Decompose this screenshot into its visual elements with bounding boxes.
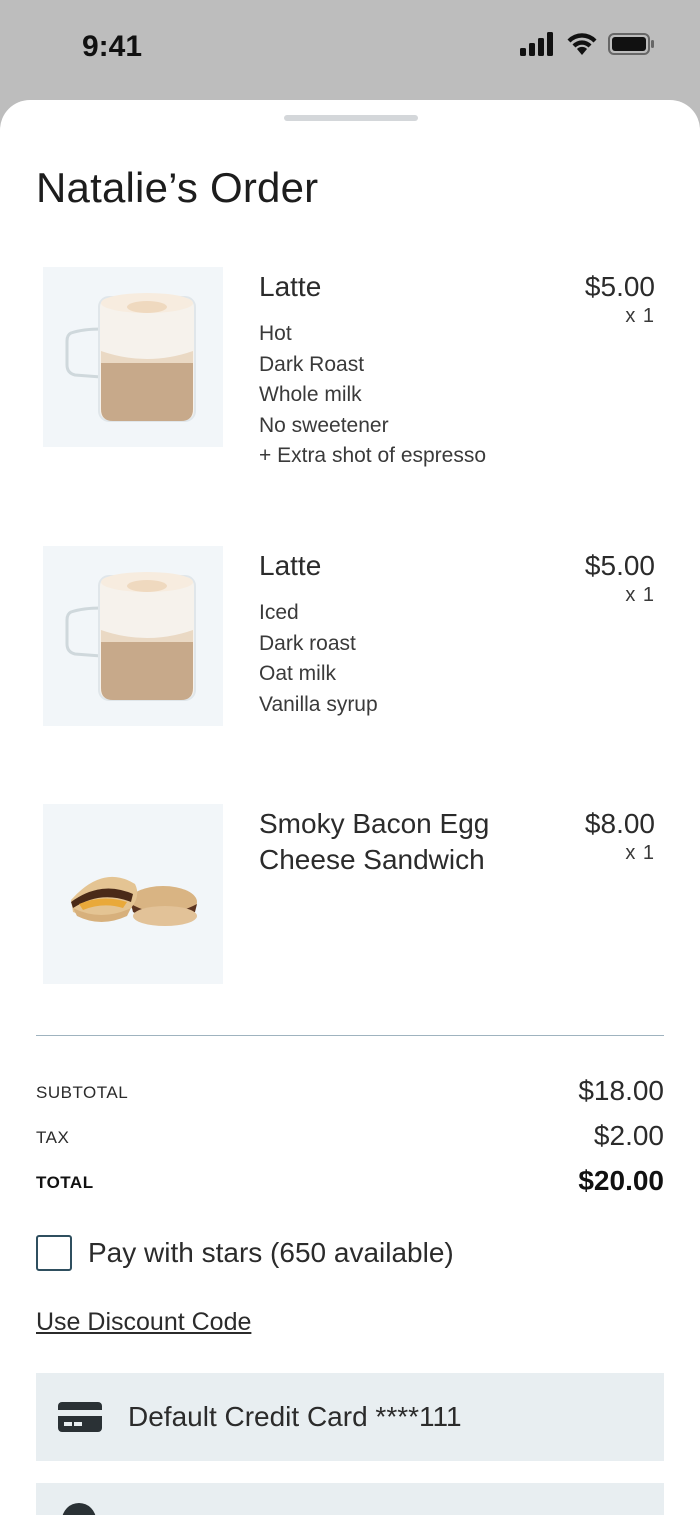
pay-with-stars-checkbox[interactable] bbox=[36, 1235, 72, 1271]
status-icons bbox=[520, 32, 656, 56]
status-time: 9:41 bbox=[82, 30, 143, 63]
payment-method-button[interactable]: Default Credit Card ****111 bbox=[36, 1373, 664, 1461]
item-price: $5.00 bbox=[584, 271, 655, 302]
secondary-option-button[interactable] bbox=[36, 1483, 664, 1515]
order-sheet: Natalie’s Order Latte Hot Dark Roast Who… bbox=[0, 100, 700, 1515]
use-discount-code-link[interactable]: Use Discount Code bbox=[36, 1308, 251, 1337]
item-name-line: Smoky Bacon Egg bbox=[259, 808, 490, 839]
pay-with-stars-label: Pay with stars (650 available) bbox=[88, 1237, 454, 1268]
wifi-icon bbox=[567, 33, 597, 55]
order-item[interactable]: Latte Hot Dark Roast Whole milk No sweet… bbox=[0, 267, 700, 467]
item-option: Hot bbox=[259, 322, 292, 345]
status-bar: 9:41 bbox=[0, 0, 700, 100]
subtotal-value: $18.00 bbox=[578, 1075, 664, 1106]
item-quantity: x 1 bbox=[625, 584, 655, 606]
payment-method-label: Default Credit Card ****111 bbox=[128, 1401, 462, 1432]
battery-icon bbox=[608, 33, 654, 55]
item-option: Whole milk bbox=[259, 383, 362, 406]
item-option: Iced bbox=[259, 601, 299, 624]
option-icon bbox=[62, 1503, 96, 1515]
pay-with-stars-row[interactable]: Pay with stars (650 available) bbox=[36, 1235, 454, 1271]
item-name-line: Cheese Sandwich bbox=[259, 844, 485, 875]
item-name: Smoky Bacon Egg Cheese Sandwich bbox=[259, 806, 489, 878]
item-name: Latte bbox=[259, 550, 322, 581]
order-item[interactable]: Smoky Bacon Egg Cheese Sandwich $8.00 x … bbox=[0, 804, 700, 1004]
item-option: Oat milk bbox=[259, 662, 337, 685]
sandwich-image bbox=[43, 804, 223, 984]
cellular-signal-icon bbox=[520, 32, 553, 56]
summary-divider bbox=[36, 1035, 664, 1036]
credit-card-icon bbox=[58, 1402, 102, 1432]
item-quantity: x 1 bbox=[625, 305, 655, 327]
tax-value: $2.00 bbox=[593, 1120, 664, 1151]
item-options: Hot Dark Roast Whole milk No sweetener +… bbox=[259, 319, 486, 472]
item-option: No sweetener bbox=[259, 413, 389, 437]
item-price: $8.00 bbox=[584, 808, 655, 839]
item-option: + Extra shot of espresso bbox=[259, 444, 487, 467]
item-option: Dark Roast bbox=[259, 352, 365, 376]
total-value: $20.00 bbox=[578, 1165, 664, 1196]
item-options: Iced Dark roast Oat milk Vanilla syrup bbox=[259, 598, 378, 720]
tax-label: TAX bbox=[36, 1128, 70, 1147]
page-title: Natalie’s Order bbox=[36, 164, 319, 211]
latte-image bbox=[43, 267, 223, 447]
total-label: TOTAL bbox=[36, 1173, 94, 1192]
item-option: Vanilla syrup bbox=[259, 692, 378, 716]
item-price: $5.00 bbox=[584, 550, 655, 581]
subtotal-label: SUBTOTAL bbox=[36, 1083, 129, 1102]
latte-image bbox=[43, 546, 223, 726]
item-name: Latte bbox=[259, 271, 322, 302]
sheet-grabber-handle[interactable] bbox=[284, 115, 418, 121]
order-item[interactable]: Latte Iced Dark roast Oat milk Vanilla s… bbox=[0, 546, 700, 746]
item-quantity: x 1 bbox=[625, 842, 655, 864]
item-option: Dark roast bbox=[259, 631, 356, 655]
